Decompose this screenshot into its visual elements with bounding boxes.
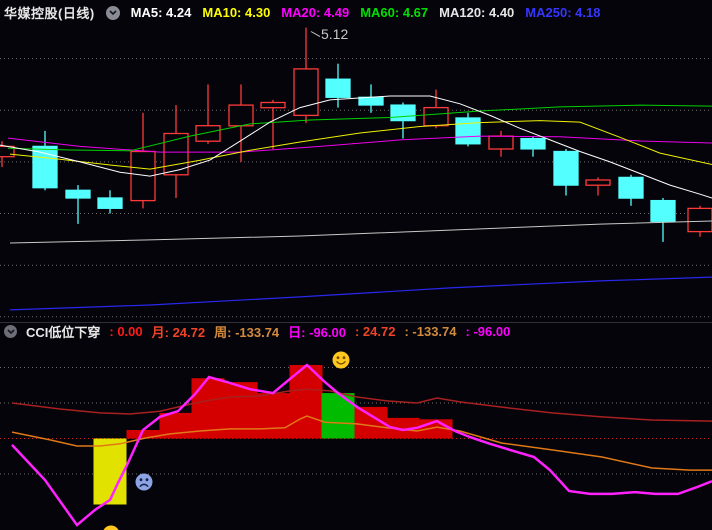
candle-up bbox=[195, 84, 221, 144]
ma5-label: MA5: 4.24 bbox=[130, 5, 192, 20]
candles bbox=[0, 27, 712, 242]
stock-chart-window: 华媒控股(日线) MA5: 4.24 MA10: 4.30 MA20: 4.49… bbox=[0, 0, 712, 530]
cci-value-day: 日: -96.00 bbox=[288, 325, 346, 340]
candle-down bbox=[553, 149, 579, 196]
sad-face-icon bbox=[135, 473, 153, 491]
ma-line-ma250 bbox=[9, 276, 712, 311]
chevron-down-icon[interactable] bbox=[105, 5, 120, 20]
candle-up bbox=[260, 99, 286, 149]
stock-title: 华媒控股(日线) bbox=[4, 6, 95, 21]
candle-up bbox=[130, 112, 156, 209]
candle-down bbox=[65, 185, 91, 224]
main-chart-header: 华媒控股(日线) MA5: 4.24 MA10: 4.30 MA20: 4.49… bbox=[0, 0, 712, 25]
cci-bar bbox=[321, 393, 355, 439]
chevron-down-icon[interactable] bbox=[4, 325, 17, 338]
happy-face-icon bbox=[332, 351, 350, 369]
candle-up bbox=[488, 130, 514, 157]
high-price-annotation: 5.12 bbox=[321, 26, 348, 42]
candle-up bbox=[423, 89, 449, 129]
ma-line-ma20 bbox=[7, 135, 712, 153]
candle-up bbox=[163, 105, 189, 198]
candle-down bbox=[455, 112, 481, 147]
ma20-label: MA20: 4.49 bbox=[281, 5, 350, 20]
candle-down bbox=[520, 136, 546, 157]
cci-value-5: : -133.74 bbox=[404, 324, 457, 339]
cci-value-now: : 0.00 bbox=[109, 324, 143, 339]
candle-down bbox=[650, 198, 676, 242]
main-candlestick-chart[interactable]: 5.12 bbox=[0, 25, 712, 322]
ma-line-ma60 bbox=[7, 104, 712, 152]
cci-value-week: 周: -133.74 bbox=[214, 325, 280, 340]
cci-bar bbox=[256, 393, 290, 439]
candle-up bbox=[585, 177, 611, 196]
cci-indicator-chart[interactable] bbox=[0, 340, 712, 530]
cci-title: CCI低位下穿 bbox=[26, 325, 101, 340]
candle-down bbox=[325, 63, 351, 108]
ma60-label: MA60: 4.67 bbox=[360, 5, 429, 20]
ma250-label: MA250: 4.18 bbox=[525, 5, 601, 20]
cci-bar bbox=[93, 438, 127, 505]
ma120-label: MA120: 4.40 bbox=[439, 5, 515, 20]
cci-value-month: 月: 24.72 bbox=[151, 325, 206, 340]
happy-face-icon bbox=[103, 525, 119, 530]
cci-value-6: : -96.00 bbox=[465, 324, 511, 339]
ma-line-ma120 bbox=[9, 220, 712, 244]
candle-down bbox=[390, 102, 416, 139]
high-annotation-arrow bbox=[310, 31, 321, 38]
ma10-label: MA10: 4.30 bbox=[202, 5, 271, 20]
candle-down bbox=[97, 190, 123, 214]
cci-header: CCI低位下穿 : 0.00 月: 24.72 周: -133.74 日: -9… bbox=[0, 322, 712, 340]
candle-down bbox=[32, 130, 58, 191]
cci-value-4: : 24.72 bbox=[354, 324, 396, 339]
candle-down bbox=[358, 84, 384, 113]
candle-down bbox=[618, 174, 644, 206]
